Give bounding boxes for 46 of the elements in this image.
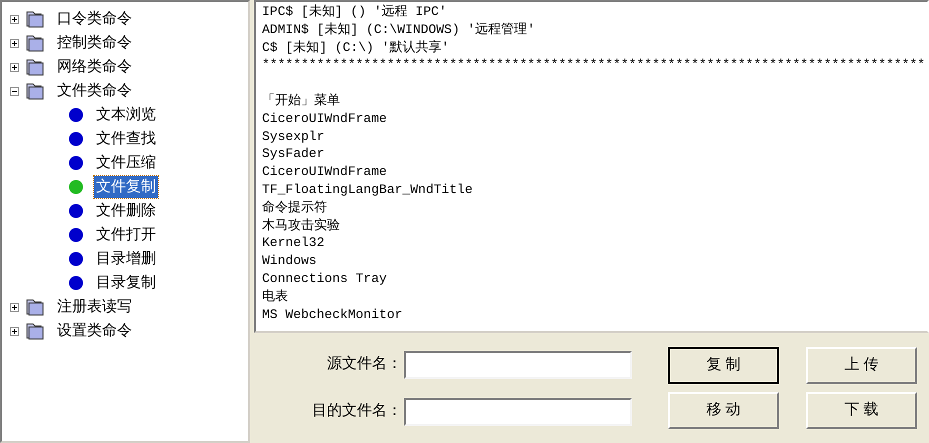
output-line: 电表 (262, 288, 288, 306)
tree-item[interactable]: 网络类命令 (57, 56, 132, 78)
output-line: Connections Tray (262, 270, 387, 288)
expand-icon[interactable] (10, 302, 19, 312)
output-text-area[interactable] (254, 0, 929, 333)
tree-item[interactable]: 目录增删 (94, 248, 158, 270)
output-line: MS WebcheckMonitor (262, 306, 402, 324)
collapse-icon[interactable] (10, 86, 19, 96)
action-button[interactable]: 复 制 (668, 347, 779, 384)
output-line: C$ [未知] (C:\) '默认共享' (262, 38, 450, 56)
output-line: ************************************************************************************* (262, 56, 926, 74)
output-line: Kernel32 (262, 234, 324, 252)
input-field[interactable] (404, 398, 632, 426)
action-button[interactable]: 下 载 (806, 392, 917, 429)
output-line: Windows (262, 252, 317, 270)
output-line: 命令提示符 (262, 198, 327, 217)
tree-item[interactable]: 文本浏览 (94, 104, 158, 126)
expand-icon[interactable] (10, 62, 19, 72)
action-button[interactable]: 移 动 (668, 392, 779, 429)
expand-icon[interactable] (10, 14, 19, 24)
field-label: 源文件名： (326, 354, 403, 374)
expand-icon[interactable] (10, 38, 19, 48)
tree-item[interactable]: 注册表读写 (57, 296, 132, 318)
tree-item[interactable]: 文件类命令 (57, 80, 132, 102)
tree-item[interactable]: 文件删除 (94, 200, 158, 222)
expand-icon[interactable] (10, 326, 19, 336)
output-line: 木马攻击实验 (262, 216, 340, 234)
output-line: CiceroUIWndFrame (262, 163, 387, 181)
output-line: ADMIN$ [未知] (C:\WINDOWS) '远程管理' (262, 20, 536, 39)
tree-item[interactable]: 文件打开 (94, 224, 158, 246)
output-line: CiceroUIWndFrame (262, 110, 387, 128)
input-field[interactable] (404, 350, 632, 378)
tree-item[interactable]: 设置类命令 (57, 320, 132, 342)
action-button[interactable]: 上 传 (806, 347, 917, 384)
tree-item[interactable]: 文件查找 (94, 128, 158, 150)
field-label: 目的文件名： (311, 401, 403, 422)
output-line: IPC$ [未知] () '远程 IPC' (262, 3, 447, 21)
tree-item[interactable]: 控制类命令 (57, 32, 132, 54)
output-line: 「开始」菜单 (262, 92, 340, 110)
tree-item[interactable]: 口令类命令 (57, 8, 132, 30)
output-line: SysFader (262, 145, 324, 164)
tree-item[interactable]: 文件压缩 (94, 152, 158, 174)
output-line: TF_FloatingLangBar_WndTitle (262, 180, 473, 199)
tree-item[interactable]: 文件复制 (94, 176, 158, 198)
output-line: Sysexplr (262, 128, 324, 146)
tree-item[interactable]: 目录复制 (94, 272, 158, 294)
